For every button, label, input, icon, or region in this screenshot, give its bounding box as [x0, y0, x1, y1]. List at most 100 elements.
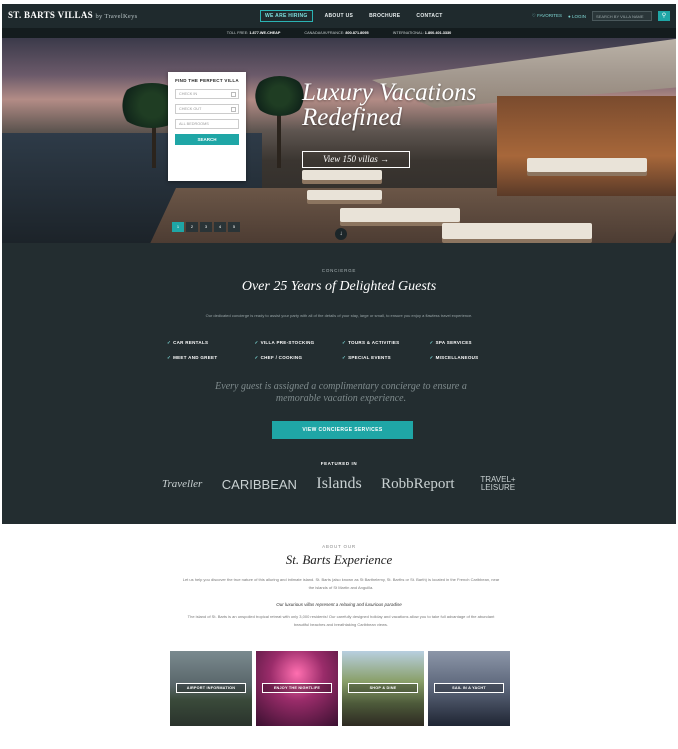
service-item: ✓ MEET AND GREET: [167, 355, 255, 361]
check-icon: ✓: [254, 340, 259, 345]
main-nav: WE ARE HIRING ABOUT US BROCHURE CONTACT: [260, 10, 447, 22]
favorites-link[interactable]: ♡ FAVORITES: [532, 13, 562, 19]
nav-brochure[interactable]: BROCHURE: [365, 11, 404, 21]
nav-about[interactable]: ABOUT US: [321, 11, 358, 21]
top-right-tools: ♡ FAVORITES ● LOGIN SEARCH BY VILLA NAME…: [532, 11, 670, 21]
phone-number[interactable]: 1.800.401.3330: [425, 31, 451, 35]
service-item: ✓ SPECIAL EVENTS: [342, 355, 430, 361]
logo-islands: Islands: [316, 475, 362, 492]
check-icon: ✓: [342, 340, 347, 345]
concierge-eyebrow: CONCIERGE: [321, 268, 357, 273]
hero-slideshow: Luxury Vacations Redefined View 150 vill…: [2, 38, 676, 243]
slide-pagination: 1 2 3 4 5: [172, 222, 240, 232]
about-eyebrow: ABOUT OUR: [322, 544, 356, 549]
tile-label: SHOP & DINE: [348, 683, 418, 693]
lounger: [442, 223, 592, 239]
lounger: [302, 170, 382, 180]
service-item: ✓ SPA SERVICES: [430, 340, 518, 346]
service-label: VILLA PRE-STOCKING: [260, 340, 315, 345]
slide-dot[interactable]: 2: [186, 222, 198, 232]
service-label: CAR RENTALS: [173, 340, 209, 345]
check-icon: ✓: [167, 340, 172, 345]
check-out-field[interactable]: CHECK OUT: [175, 104, 239, 114]
tile-label: AIRPORT INFORMATION: [176, 683, 246, 693]
nav-hiring[interactable]: WE ARE HIRING: [260, 10, 313, 22]
login-link[interactable]: ● LOGIN: [568, 14, 586, 19]
concierge-section: CONCIERGE Over 25 Years of Delighted Gue…: [2, 243, 676, 524]
view-concierge-button[interactable]: VIEW CONCIERGE SERVICES: [272, 421, 413, 439]
about-section: ABOUT OUR St. Barts Experience Let us he…: [2, 524, 676, 749]
phone-international: INTERNATIONAL: 1.800.401.3330: [393, 31, 452, 35]
featured-label: FEATURED IN: [320, 461, 358, 466]
hero-title: Luxury Vacations Redefined: [302, 79, 477, 131]
check-in-placeholder: CHECK IN: [179, 92, 198, 96]
search-button[interactable]: ⚲: [658, 11, 670, 21]
experience-tiles: AIRPORT INFORMATION ENJOY THE NIGHTLIFE …: [170, 651, 513, 726]
service-item: ✓ CAR RENTALS: [167, 340, 255, 346]
logo-text: ST. BARTS VILLAS: [8, 10, 93, 20]
user-icon: ●: [568, 13, 571, 19]
phone-label: INTERNATIONAL:: [392, 31, 424, 35]
calendar-icon: [231, 92, 236, 97]
lounger: [527, 158, 647, 172]
slide-dot[interactable]: 1: [172, 222, 184, 232]
check-icon: ✓: [342, 355, 347, 360]
site-logo[interactable]: ST. BARTS VILLAS by TravelKeys: [8, 10, 138, 20]
tile-nightlife[interactable]: ENJOY THE NIGHTLIFE: [256, 651, 338, 726]
villa-finder: FIND THE PERFECT VILLA CHECK IN CHECK OU…: [168, 72, 246, 181]
tile-airport[interactable]: AIRPORT INFORMATION: [170, 651, 252, 726]
about-description-2: The island of St. Barts is an unspoiled …: [187, 614, 495, 627]
bedrooms-value: ALL BEDROOMS: [179, 122, 209, 126]
palm-leaves: [252, 76, 307, 116]
tile-label: ENJOY THE NIGHTLIFE: [262, 683, 332, 693]
phone-number[interactable]: 800.871.8095: [345, 31, 368, 35]
about-description: Let us help you discover the true nature…: [182, 577, 500, 590]
phone-label: CANADA/UK/FRANCE:: [304, 31, 345, 35]
view-villas-button[interactable]: View 150 villas →: [302, 151, 410, 168]
arrow-down-icon[interactable]: ↓: [335, 228, 347, 240]
service-item: ✓ TOURS & ACTIVITIES: [342, 340, 430, 346]
press-logos: Traveller CARIBBEAN Islands RobbReport T…: [162, 475, 522, 493]
finder-title: FIND THE PERFECT VILLA: [175, 78, 239, 83]
phone-number[interactable]: 1.877.WE.CHEAP: [249, 31, 280, 35]
search-villas-button[interactable]: SEARCH: [175, 134, 239, 145]
logo-traveller: Traveller: [162, 478, 203, 490]
phone-bar: TOLL FREE: 1.877.WE.CHEAP CANADA/UK/FRAN…: [2, 28, 676, 38]
check-icon: ✓: [167, 355, 172, 360]
phone-canada: CANADA/UK/FRANCE: 800.871.8095: [304, 31, 368, 35]
service-item: ✓ CHEF / COOKING: [255, 355, 343, 361]
service-item: ✓ MISCELLANEOUS: [430, 355, 518, 361]
favorites-label: FAVORITES: [537, 13, 562, 18]
tile-yacht[interactable]: SAIL IN A YACHT: [428, 651, 510, 726]
slide-dot[interactable]: 5: [228, 222, 240, 232]
tile-label: SAIL IN A YACHT: [434, 683, 504, 693]
phone-tollfree: TOLL FREE: 1.877.WE.CHEAP: [227, 31, 281, 35]
service-label: MISCELLANEOUS: [435, 355, 479, 360]
check-icon: ✓: [429, 355, 434, 360]
check-in-field[interactable]: CHECK IN: [175, 89, 239, 99]
logo-robb-report: RobbReport: [381, 475, 455, 492]
search-input[interactable]: SEARCH BY VILLA NAME: [592, 11, 652, 21]
service-item: ✓ VILLA PRE-STOCKING: [255, 340, 343, 346]
about-title: St. Barts Experience: [285, 552, 393, 567]
bedrooms-select[interactable]: ALL BEDROOMS: [175, 119, 239, 129]
slide-dot[interactable]: 3: [200, 222, 212, 232]
check-icon: ✓: [429, 340, 434, 345]
service-list: ✓ CAR RENTALS ✓ VILLA PRE-STOCKING ✓ TOURS …: [167, 340, 517, 361]
service-label: TOURS & ACTIVITIES: [348, 340, 400, 345]
top-navigation: ST. BARTS VILLAS by TravelKeys WE ARE HI…: [2, 4, 676, 28]
heart-icon: ♡: [531, 13, 536, 18]
lounger: [340, 208, 460, 222]
service-label: MEET AND GREET: [173, 355, 218, 360]
logo-travel-leisure: TRAVEL+ LEISURE: [480, 475, 516, 492]
search-icon: ⚲: [661, 13, 667, 19]
tile-shop-dine[interactable]: SHOP & DINE: [342, 651, 424, 726]
logo-subtext: by TravelKeys: [95, 13, 138, 20]
service-label: CHEF / COOKING: [260, 355, 303, 360]
nav-contact[interactable]: CONTACT: [412, 11, 446, 21]
concierge-description: Our dedicated concierge is ready to assi…: [205, 313, 473, 318]
check-icon: ✓: [254, 355, 259, 360]
slide-dot[interactable]: 4: [214, 222, 226, 232]
logo-caribbean: CARIBBEAN: [221, 476, 297, 492]
hero-building: [497, 96, 676, 196]
